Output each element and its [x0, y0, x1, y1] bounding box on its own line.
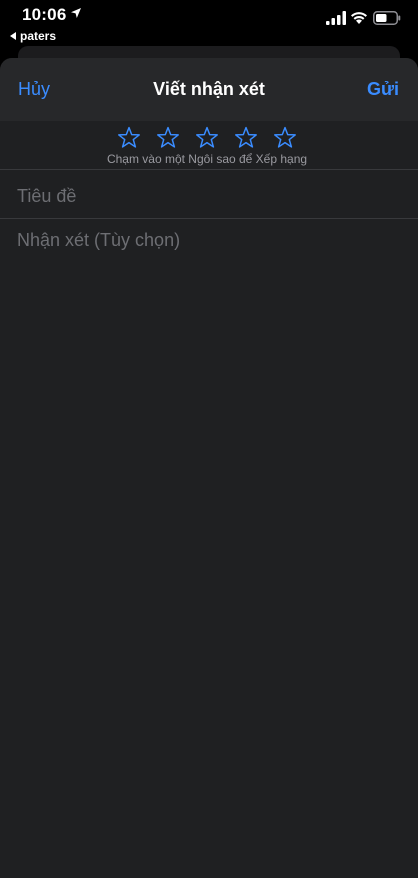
status-time: 10:06	[22, 5, 67, 24]
rating-hint: Chạm vào một Ngôi sao để Xếp hạng	[106, 152, 308, 166]
write-review-sheet: Hủy Viết nhận xét Gửi Chạm vào một Ngôi …	[0, 58, 418, 878]
navigation-bar: Hủy Viết nhận xét Gửi	[0, 58, 418, 121]
cellular-signal-icon	[326, 11, 346, 25]
star-2-icon[interactable]	[156, 126, 180, 150]
battery-icon	[373, 11, 401, 25]
location-arrow-icon	[71, 8, 81, 18]
star-5-icon[interactable]	[273, 126, 297, 150]
page-title: Viết nhận xét	[153, 79, 265, 99]
status-bar: 10:06 paters	[0, 0, 418, 46]
review-body-input[interactable]	[17, 227, 402, 253]
divider	[0, 169, 418, 170]
review-title-input[interactable]	[17, 183, 402, 209]
star-4-icon[interactable]	[234, 126, 258, 150]
wifi-icon	[351, 12, 367, 24]
star-rating	[117, 126, 297, 150]
divider	[0, 218, 418, 219]
back-to-app-link[interactable]: paters	[10, 29, 56, 43]
star-1-icon[interactable]	[117, 126, 141, 150]
star-3-icon[interactable]	[195, 126, 219, 150]
back-app-label: paters	[20, 29, 57, 43]
send-button[interactable]: Gửi	[367, 79, 399, 100]
back-triangle-icon	[10, 32, 16, 40]
